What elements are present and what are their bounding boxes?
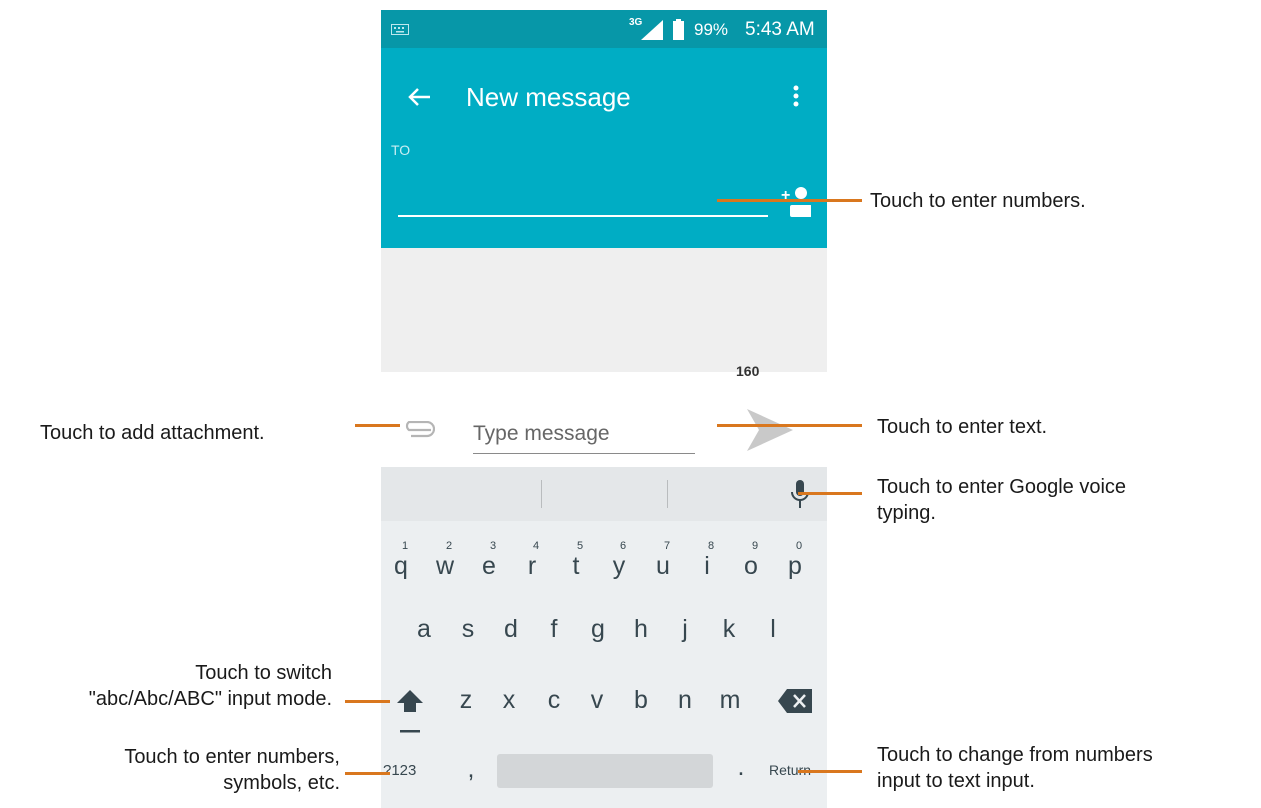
callout-change-input-line1: Touch to change from numbers — [877, 744, 1153, 766]
space-key[interactable] — [497, 754, 713, 788]
number-hint: 4 — [532, 540, 540, 552]
key-b[interactable]: b — [621, 686, 661, 715]
key-z[interactable]: z — [446, 686, 486, 715]
key-e[interactable]: e — [469, 552, 509, 581]
key-m[interactable]: m — [710, 686, 750, 715]
key-o[interactable]: o — [731, 552, 771, 581]
suggestion-divider — [541, 480, 542, 508]
key-p[interactable]: p — [775, 552, 815, 581]
callout-voice-typing: Touch to enter Google voice typing. — [877, 474, 1126, 526]
recipient-underline — [398, 215, 768, 217]
comma-key[interactable]: , — [451, 755, 491, 784]
callout-enter-text: Touch to enter text. — [877, 416, 1048, 438]
callout-numbers-symbols-line1: Touch to enter numbers, — [124, 746, 340, 768]
phone-screen: 3G 99% 5:43 AM New message TO + 160 Type… — [381, 10, 827, 808]
callout-pointer — [717, 199, 862, 202]
key-r[interactable]: r — [512, 552, 552, 581]
keyboard-icon — [391, 24, 409, 35]
callout-pointer — [345, 772, 390, 775]
number-hint: 5 — [576, 540, 584, 552]
recipient-label: TO — [391, 142, 411, 158]
key-n[interactable]: n — [665, 686, 705, 715]
battery-level: 99% — [694, 20, 729, 39]
key-i[interactable]: i — [687, 552, 727, 581]
number-hint: 0 — [795, 540, 803, 552]
callout-switch-line1: Touch to switch — [195, 662, 332, 684]
key-j[interactable]: j — [665, 615, 705, 644]
microphone-icon[interactable] — [790, 480, 810, 510]
number-hint: 1 — [401, 540, 409, 552]
number-hint: 8 — [707, 540, 715, 552]
conversation-area — [381, 248, 827, 372]
key-l[interactable]: l — [753, 615, 793, 644]
status-bar: 3G 99% 5:43 AM — [381, 10, 827, 48]
callout-voice-typing-line2: typing. — [877, 502, 936, 524]
key-q[interactable]: q — [381, 552, 421, 581]
callout-voice-typing-line1: Touch to enter Google voice — [877, 476, 1127, 498]
callout-numbers-symbols-line2: symbols, etc. — [223, 772, 340, 794]
key-s[interactable]: s — [448, 615, 488, 644]
app-bar: New message TO + — [381, 48, 827, 248]
back-arrow-icon[interactable] — [408, 88, 430, 106]
key-g[interactable]: g — [578, 615, 618, 644]
callout-switch-line2: "abc/Abc/ABC" input mode. — [88, 688, 332, 710]
callout-add-attachment: Touch to add attachment. — [40, 422, 265, 444]
callout-pointer — [355, 424, 400, 427]
key-t[interactable]: t — [556, 552, 596, 581]
signal-icon — [641, 20, 663, 40]
suggestion-divider — [667, 480, 668, 508]
callout-change-input: Touch to change from numbers input to te… — [877, 742, 1153, 794]
number-hint: 3 — [489, 540, 497, 552]
message-underline — [473, 453, 695, 454]
period-key[interactable]: . — [721, 753, 761, 782]
callout-switch-input-mode: Touch to switch "abc/Abc/ABC" input mode… — [0, 660, 332, 712]
keyboard: 1 2 3 4 5 6 7 8 9 0 q w e r t y u i o p … — [381, 467, 827, 808]
callout-pointer — [345, 700, 390, 703]
callout-pointer — [717, 424, 862, 427]
key-c[interactable]: c — [534, 686, 574, 715]
number-hint: 9 — [751, 540, 759, 552]
page-title: New message — [466, 82, 631, 112]
key-k[interactable]: k — [709, 615, 749, 644]
key-a[interactable]: a — [404, 615, 444, 644]
callout-change-input-line2: input to text input. — [877, 770, 1035, 792]
overflow-menu-icon[interactable] — [793, 85, 799, 107]
key-h[interactable]: h — [621, 615, 661, 644]
key-x[interactable]: x — [489, 686, 529, 715]
key-y[interactable]: y — [599, 552, 639, 581]
add-contact-icon[interactable]: + — [781, 185, 811, 219]
number-hint: 6 — [619, 540, 627, 552]
symbols-key[interactable]: ?123 — [383, 762, 416, 779]
number-hint: 2 — [445, 540, 453, 552]
key-v[interactable]: v — [577, 686, 617, 715]
send-icon[interactable] — [747, 409, 793, 451]
character-counter: 160 — [736, 363, 760, 379]
key-d[interactable]: d — [491, 615, 531, 644]
number-hint: 7 — [663, 540, 671, 552]
shift-icon[interactable] — [397, 690, 423, 734]
key-w[interactable]: w — [425, 552, 465, 581]
callout-pointer — [798, 492, 862, 495]
callout-numbers-symbols: Touch to enter numbers, symbols, etc. — [0, 744, 340, 796]
status-time: 5:43 AM — [745, 19, 815, 40]
suggestion-strip — [381, 467, 827, 521]
key-u[interactable]: u — [643, 552, 683, 581]
message-input[interactable]: Type message — [473, 422, 610, 446]
callout-pointer — [798, 770, 862, 773]
recipient-input[interactable] — [398, 188, 768, 218]
backspace-icon[interactable] — [778, 689, 812, 713]
key-f[interactable]: f — [534, 615, 574, 644]
callout-enter-numbers: Touch to enter numbers. — [870, 190, 1086, 212]
battery-icon — [673, 19, 684, 40]
paperclip-icon[interactable] — [401, 421, 435, 439]
